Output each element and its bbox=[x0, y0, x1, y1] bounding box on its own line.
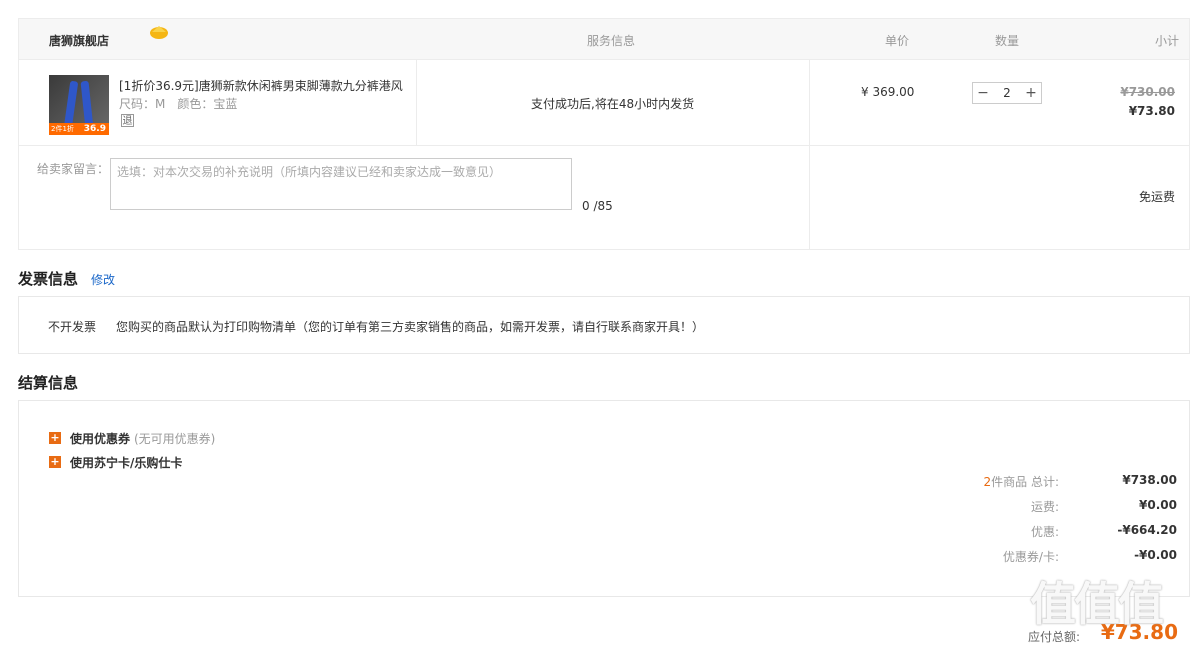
invoice-title: 发票信息 bbox=[18, 270, 79, 288]
item-count: 2 bbox=[983, 475, 992, 489]
summary-coupon-card-row: 优惠券/卡: -¥0.00 bbox=[1002, 548, 1177, 564]
store-name[interactable]: 唐狮旗舰店 bbox=[49, 32, 109, 49]
summary-shipping-row: 运费: ¥0.00 bbox=[1030, 498, 1177, 514]
use-card-toggle[interactable]: 使用苏宁卡/乐购仕卡 bbox=[70, 454, 182, 471]
shipping-note: 免运费 bbox=[1138, 190, 1175, 204]
cart-header: 唐狮旗舰店 服务信息 单价 数量 小计 bbox=[18, 18, 1190, 60]
qty-value[interactable]: 2 bbox=[993, 83, 1021, 103]
summary-total: ¥738.00 bbox=[1122, 473, 1177, 487]
item-subtotal: ¥73.80 bbox=[1128, 104, 1175, 118]
summary-total-row: 2件商品 总计: ¥738.00 bbox=[983, 473, 1178, 489]
product-spec: 尺码：M 颜色：宝蓝 bbox=[119, 97, 238, 111]
unit-price: ¥ 369.00 bbox=[861, 85, 915, 99]
summary-discount-row: 优惠: -¥664.20 bbox=[1030, 523, 1177, 539]
product-thumbnail[interactable]: 2件1折 36.9 bbox=[49, 75, 109, 135]
expand-card-icon[interactable]: + bbox=[49, 456, 61, 468]
service-info: 支付成功后,将在48小时内发货 bbox=[531, 97, 695, 111]
qty-plus-button[interactable]: + bbox=[1021, 83, 1041, 103]
col-service: 服务信息 bbox=[587, 34, 636, 48]
col-subtotal: 小计 bbox=[1154, 34, 1179, 48]
coupon-availability: (无可用优惠券) bbox=[134, 432, 216, 446]
site-watermark-logo: 值值值 bbox=[1030, 577, 1164, 631]
settlement-title: 结算信息 bbox=[18, 374, 79, 392]
quantity-stepper: − 2 + bbox=[972, 82, 1042, 104]
col-qty: 数量 bbox=[995, 34, 1020, 48]
invoice-edit-link[interactable]: 修改 bbox=[91, 271, 115, 288]
original-subtotal: ¥730.00 bbox=[1120, 85, 1175, 99]
product-title[interactable]: [1折价36.9元]唐狮新款休闲裤男束脚薄款九分裤港风 bbox=[119, 77, 404, 94]
col-price: 单价 bbox=[885, 34, 910, 48]
invoice-box: 不开发票 您购买的商品默认为打印购物清单（您的订单有第三方卖家销售的商品，如需开… bbox=[18, 296, 1190, 354]
settlement-box: + 使用优惠券 (无可用优惠券) + 使用苏宁卡/乐购仕卡 2件商品 总计: ¥… bbox=[18, 400, 1190, 597]
invoice-note: 您购买的商品默认为打印购物清单（您的订单有第三方卖家销售的商品，如需开发票，请自… bbox=[116, 320, 705, 334]
invoice-type: 不开发票 bbox=[48, 320, 97, 334]
seller-message-input[interactable] bbox=[110, 158, 572, 210]
refund-badge: 退 bbox=[121, 114, 134, 127]
use-coupon-toggle[interactable]: 使用优惠券 bbox=[70, 430, 130, 447]
seller-message-label: 给卖家留言： bbox=[37, 162, 110, 176]
message-char-count: 0 /85 bbox=[582, 199, 613, 213]
cart-item: 2件1折 36.9 [1折价36.9元]唐狮新款休闲裤男束脚薄款九分裤港风 尺码… bbox=[18, 59, 1190, 250]
qty-minus-button[interactable]: − bbox=[973, 83, 993, 103]
thumb-promo-tag: 2件1折 36.9 bbox=[49, 123, 109, 135]
expand-coupon-icon[interactable]: + bbox=[49, 432, 61, 444]
store-badge-icon bbox=[150, 26, 168, 39]
